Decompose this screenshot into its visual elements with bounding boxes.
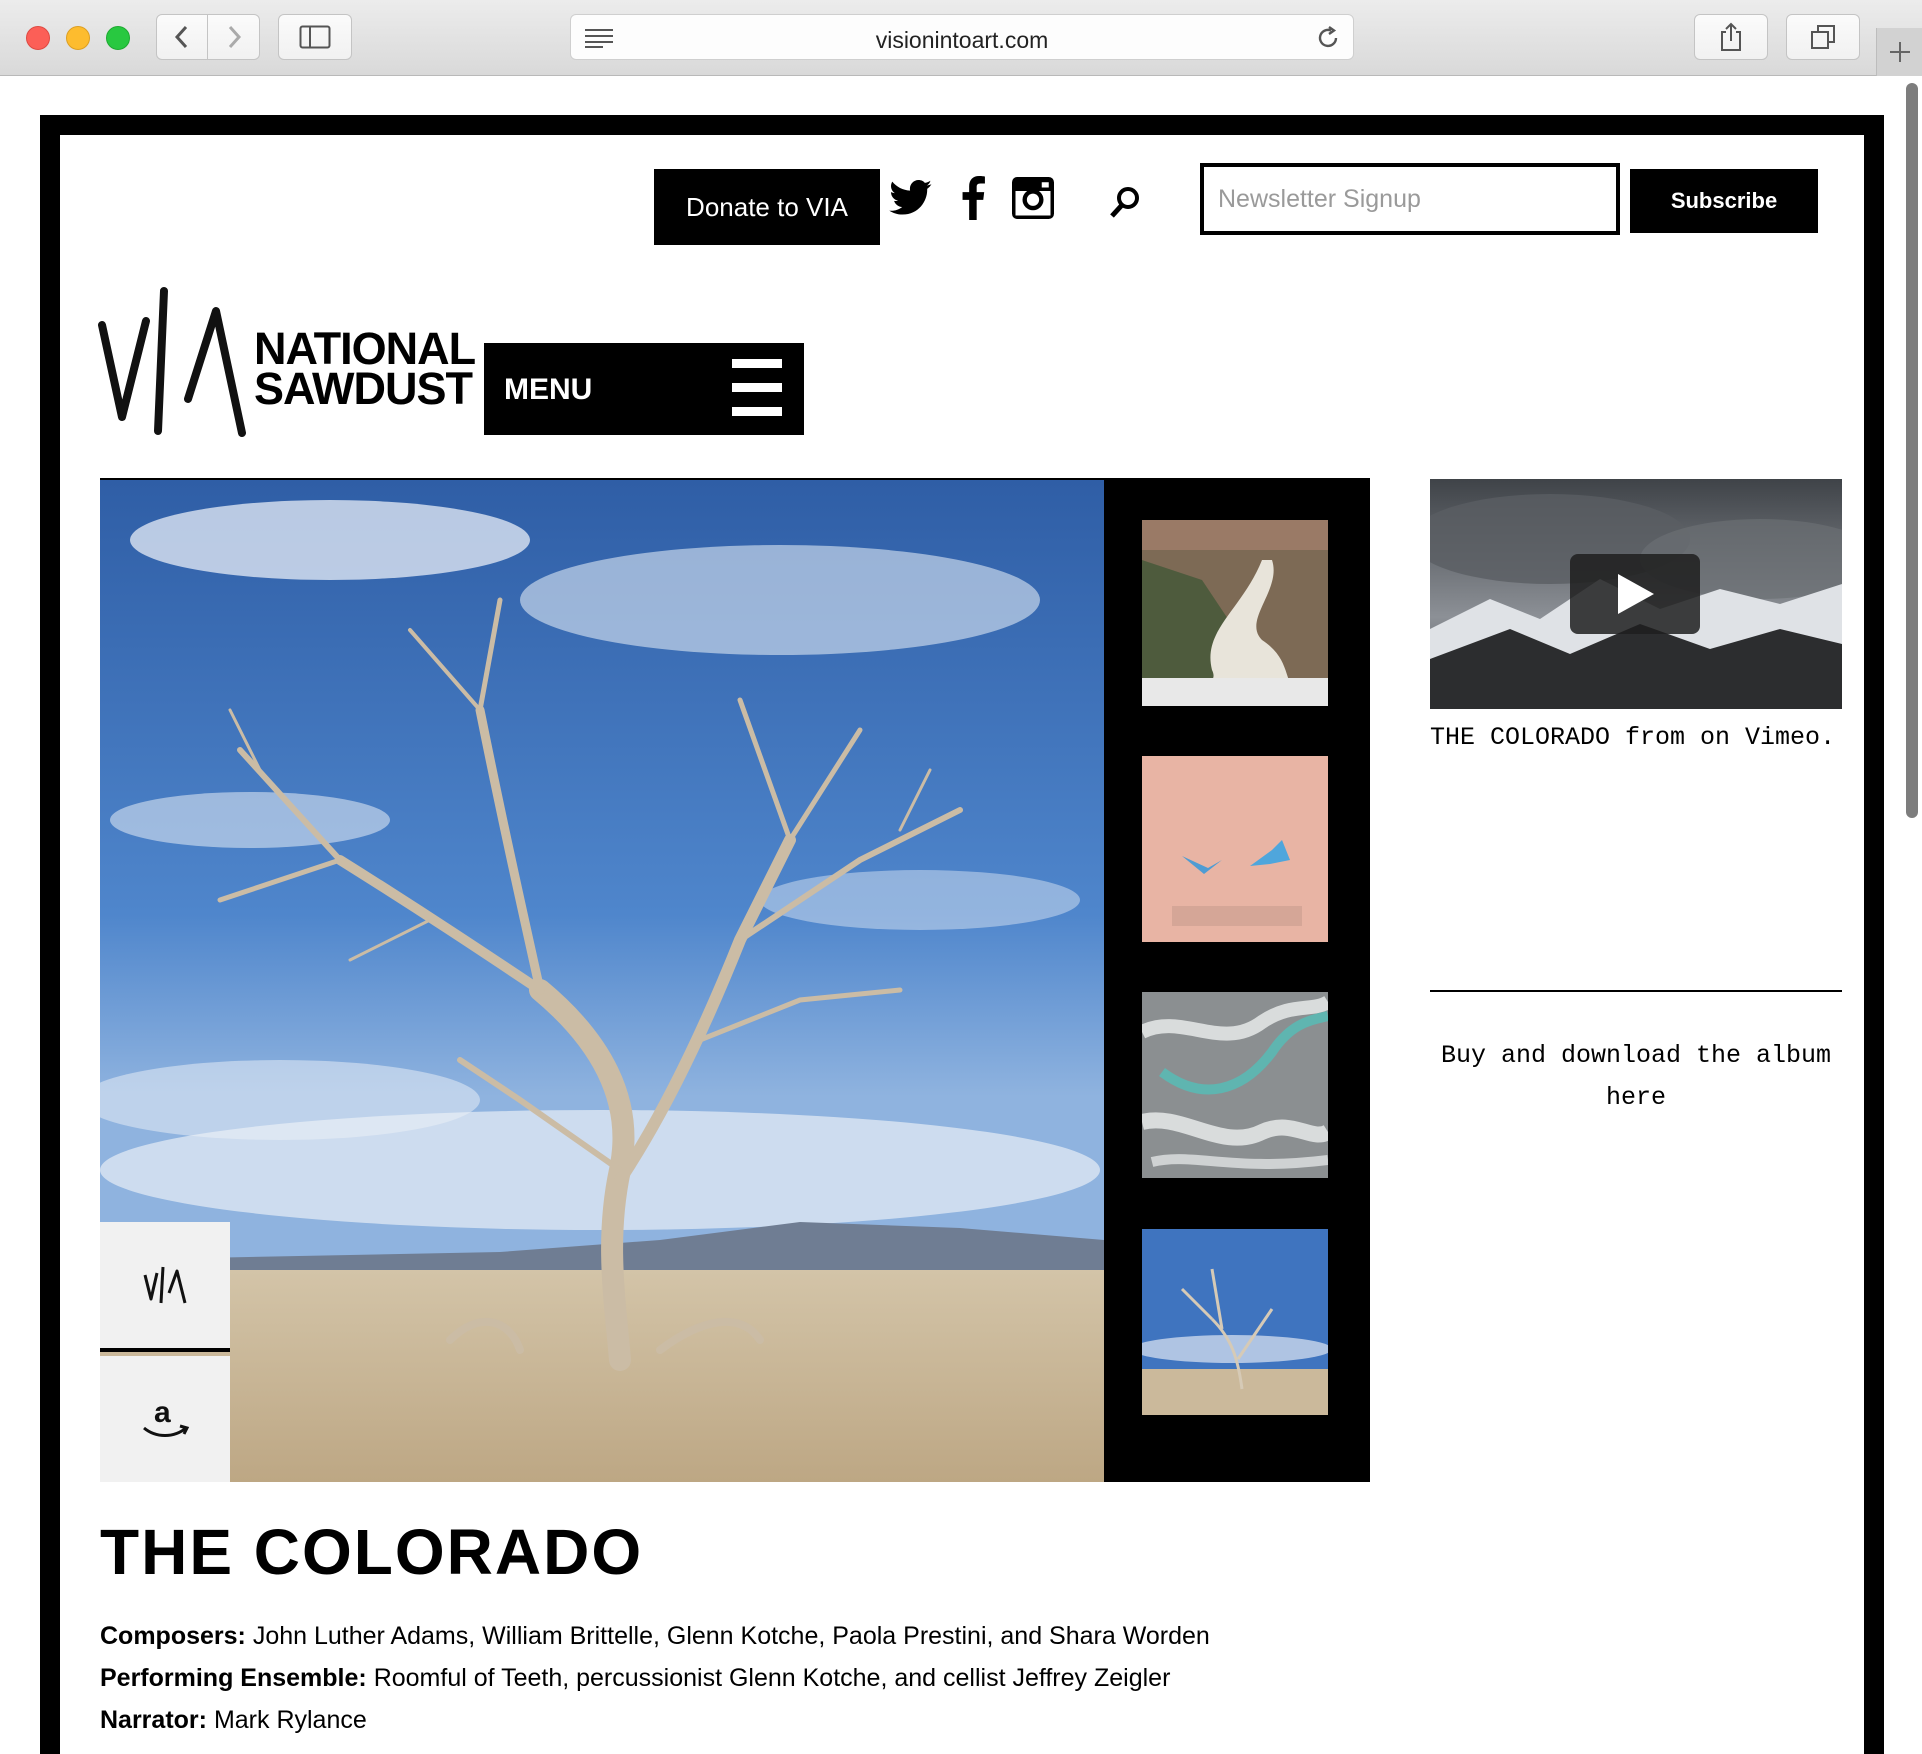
new-tab-button[interactable] xyxy=(1876,28,1922,76)
sidebar-icon xyxy=(299,25,331,49)
via-store-link[interactable] xyxy=(100,1222,230,1352)
thumbnail-canyon-river[interactable] xyxy=(1142,520,1328,706)
album-credits: Composers: John Luther Adams, William Br… xyxy=(100,1615,1210,1741)
credit-label: Narrator: xyxy=(100,1706,207,1734)
donate-button[interactable]: Donate to VIA xyxy=(654,169,880,245)
vimeo-video-player[interactable] xyxy=(1430,479,1842,709)
via-national-sawdust-logo[interactable]: NATIONAL SAWDUST xyxy=(98,287,476,437)
back-button[interactable] xyxy=(156,14,208,60)
twitter-link[interactable] xyxy=(886,173,936,223)
zoom-window-button[interactable] xyxy=(106,26,130,50)
forward-button[interactable] xyxy=(208,14,260,60)
credit-line: Narrator: Mark Rylance xyxy=(100,1699,1210,1741)
facebook-icon xyxy=(962,176,985,220)
chevron-right-icon xyxy=(228,25,241,49)
show-tabs-button[interactable] xyxy=(1786,14,1860,60)
album-slideshow: a xyxy=(100,478,1370,1482)
thumbnail-river-delta[interactable] xyxy=(1142,992,1328,1178)
video-caption: THE COLORADO from on Vimeo. xyxy=(1430,723,1836,752)
facebook-link[interactable] xyxy=(948,173,998,223)
credit-line: Composers: John Luther Adams, William Br… xyxy=(100,1615,1210,1657)
via-logo-mark xyxy=(98,287,246,437)
browser-toolbar: visionintoart.com xyxy=(0,0,1922,76)
credit-value: Roomful of Teeth, percussionist Glenn Ko… xyxy=(373,1664,1171,1692)
svg-text:a: a xyxy=(154,1396,171,1429)
instagram-icon xyxy=(1012,177,1054,219)
menu-label: MENU xyxy=(504,373,593,406)
menu-button[interactable]: MENU xyxy=(484,343,804,435)
play-icon xyxy=(1618,574,1654,614)
minimize-window-button[interactable] xyxy=(66,26,90,50)
sidebar-toggle-button[interactable] xyxy=(278,14,352,60)
hamburger-icon xyxy=(732,359,782,417)
herons-thumbnail xyxy=(1142,756,1328,942)
search-button[interactable] xyxy=(1100,177,1150,227)
chevron-left-icon xyxy=(174,25,188,49)
buy-album-link[interactable]: Buy and download the album here xyxy=(1430,1035,1842,1119)
instagram-link[interactable] xyxy=(1008,173,1058,223)
credit-line: Performing Ensemble: Roomful of Teeth, p… xyxy=(100,1657,1210,1699)
thumbnail-herons[interactable] xyxy=(1142,756,1328,942)
page-viewport: Donate to VIA Subscribe xyxy=(0,77,1922,1754)
tabs-icon xyxy=(1811,25,1835,49)
search-icon xyxy=(1110,187,1139,218)
twitter-icon xyxy=(889,180,932,215)
page-scrollbar[interactable] xyxy=(1902,77,1922,1754)
amazon-store-link[interactable]: a xyxy=(100,1356,230,1482)
delta-thumbnail xyxy=(1142,992,1328,1178)
sidebar-divider xyxy=(1430,990,1842,992)
amazon-icon: a xyxy=(143,1396,190,1437)
address-bar[interactable]: visionintoart.com xyxy=(570,14,1354,60)
url-text: visionintoart.com xyxy=(875,27,1049,53)
page-frame: Donate to VIA Subscribe xyxy=(40,115,1884,1754)
play-button[interactable] xyxy=(1570,554,1700,634)
credit-label: Performing Ensemble: xyxy=(100,1664,367,1692)
tree-thumbnail xyxy=(1142,1229,1328,1415)
share-button[interactable] xyxy=(1694,14,1768,60)
logo-wordmark: NATIONAL SAWDUST xyxy=(254,326,476,414)
via-icon xyxy=(143,1266,187,1304)
logo-line-sawdust: SAWDUST xyxy=(254,363,473,414)
share-icon xyxy=(1721,22,1741,51)
canyon-thumbnail xyxy=(1142,520,1328,706)
credit-label: Composers: xyxy=(100,1622,246,1650)
reload-icon[interactable] xyxy=(1315,25,1341,51)
plus-icon xyxy=(1889,42,1910,62)
scrollbar-thumb[interactable] xyxy=(1906,83,1918,818)
newsletter-signup-input[interactable] xyxy=(1200,163,1620,235)
credit-value: Mark Rylance xyxy=(213,1706,367,1734)
hero-image-dead-tree[interactable] xyxy=(100,480,1104,1482)
thumbnail-dead-tree[interactable] xyxy=(1142,1229,1328,1415)
close-window-button[interactable] xyxy=(26,26,50,50)
album-title: THE COLORADO xyxy=(100,1516,644,1588)
credit-value: John Luther Adams, William Brittelle, Gl… xyxy=(252,1622,1210,1650)
dead-tree-photo xyxy=(100,480,1104,1482)
subscribe-button[interactable]: Subscribe xyxy=(1630,169,1818,233)
